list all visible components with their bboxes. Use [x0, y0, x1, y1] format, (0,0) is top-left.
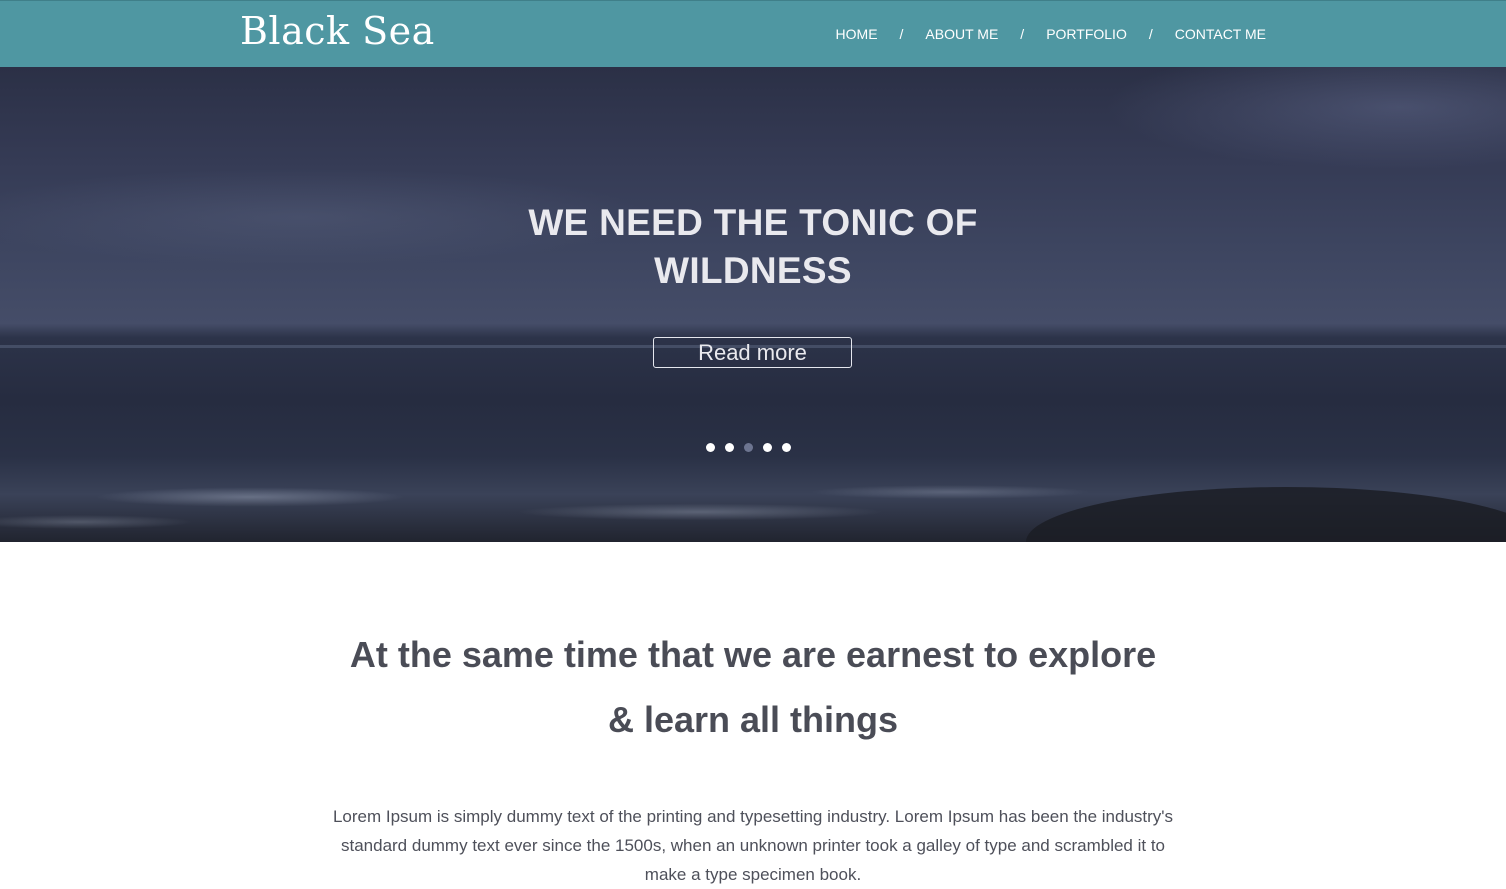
nav-about-link[interactable]: ABOUT ME — [925, 1, 998, 68]
carousel-dot-1[interactable] — [706, 443, 715, 452]
intro-headline-line-2: & learn all things — [607, 699, 899, 740]
nav-contact-link[interactable]: CONTACT ME — [1175, 1, 1266, 68]
hero-slider: WE NEED THE TONIC OF WILDNESS Read more — [0, 67, 1506, 542]
carousel-dot-4[interactable] — [763, 443, 772, 452]
hero-title-line-2: WILDNESS — [654, 250, 852, 291]
nav-separator: / — [899, 26, 904, 42]
main-nav: HOME / ABOUT ME / PORTFOLIO / CONTACT ME — [836, 1, 1266, 68]
read-more-button[interactable]: Read more — [653, 337, 852, 368]
intro-headline-line-1: At the same time that we are earnest to … — [349, 634, 1157, 675]
nav-home-link[interactable]: HOME — [836, 1, 878, 68]
hero-title-line-1: WE NEED THE TONIC OF — [528, 202, 978, 243]
nav-separator: / — [1020, 26, 1025, 42]
intro-section: At the same time that we are earnest to … — [0, 542, 1506, 884]
carousel-dot-3[interactable] — [744, 443, 753, 452]
carousel-dot-5[interactable] — [782, 443, 791, 452]
hero-title: WE NEED THE TONIC OF WILDNESS — [0, 199, 1506, 295]
intro-paragraph: Lorem Ipsum is simply dummy text of the … — [332, 807, 1174, 884]
site-header: Black Sea HOME / ABOUT ME / PORTFOLIO / … — [0, 0, 1506, 67]
site-logo[interactable]: Black Sea — [240, 5, 435, 57]
carousel-dot-2[interactable] — [725, 443, 734, 452]
intro-headline: At the same time that we are earnest to … — [0, 622, 1506, 752]
nav-portfolio-link[interactable]: PORTFOLIO — [1046, 1, 1127, 68]
carousel-dots — [706, 443, 791, 452]
nav-separator: / — [1148, 26, 1153, 42]
